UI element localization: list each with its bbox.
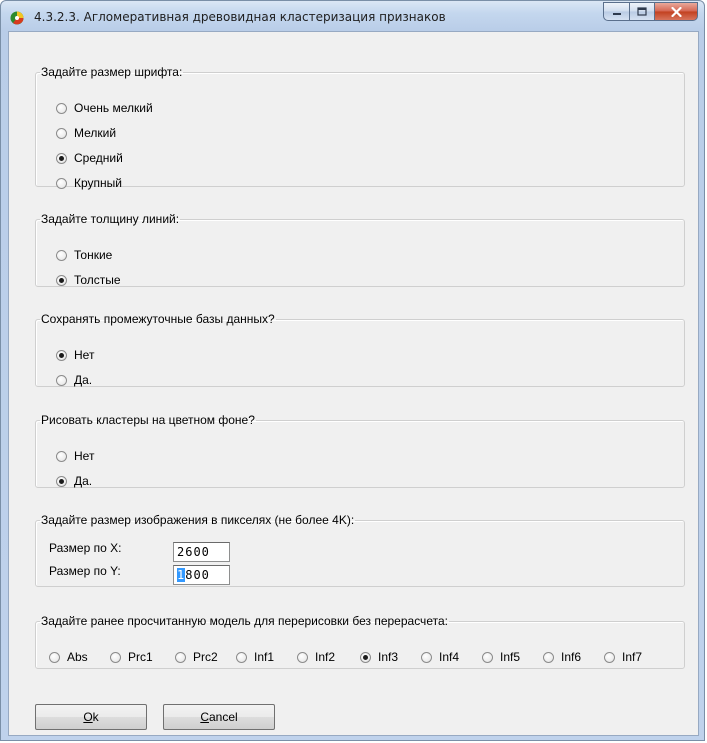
radio-indicator[interactable] xyxy=(56,102,67,114)
cancel-label-rest: ancel xyxy=(208,710,238,724)
radio-label: Мелкий xyxy=(74,126,117,140)
radio-indicator[interactable] xyxy=(421,651,432,663)
radio-label: Толстые xyxy=(74,273,121,287)
window-title: 4.3.2.3. Агломеративная древовидная клас… xyxy=(34,10,446,24)
model-inf1-radio[interactable]: Inf1 xyxy=(236,650,274,664)
size-x-label: Размер по X: xyxy=(49,541,122,555)
radio-label: Inf1 xyxy=(254,650,275,664)
save-databases-group: Сохранять промежуточные базы данных? Нет… xyxy=(35,312,685,387)
image-size-legend: Задайте размер изображения в пикселях (н… xyxy=(41,513,355,527)
window-controls xyxy=(603,2,698,22)
model-legend: Задайте ранее просчитанную модель для пе… xyxy=(41,614,448,628)
ok-mnemonic: O xyxy=(83,710,93,724)
font-size-very-small-radio[interactable]: Очень мелкий xyxy=(56,101,153,115)
size-y-label: Размер по Y: xyxy=(49,564,121,578)
radio-indicator[interactable] xyxy=(56,127,67,139)
radio-indicator[interactable] xyxy=(56,274,67,286)
radio-indicator[interactable] xyxy=(56,374,67,386)
radio-indicator[interactable] xyxy=(360,651,371,663)
line-thickness-group: Задайте толщину линий: Тонкие Толстые xyxy=(35,212,685,287)
radio-indicator[interactable] xyxy=(482,651,493,663)
radio-indicator[interactable] xyxy=(297,651,308,663)
radio-label: Inf4 xyxy=(439,650,460,664)
model-inf3-radio[interactable]: Inf3 xyxy=(360,650,398,664)
radio-indicator[interactable] xyxy=(543,651,554,663)
size-y-input[interactable]: 1800 xyxy=(173,565,230,585)
radio-label: Тонкие xyxy=(74,248,113,262)
radio-label: Нет xyxy=(74,348,95,362)
minimize-button[interactable] xyxy=(603,2,629,21)
model-inf6-radio[interactable]: Inf6 xyxy=(543,650,581,664)
radio-indicator[interactable] xyxy=(236,651,247,663)
maximize-icon xyxy=(637,7,647,16)
save-yes-radio[interactable]: Да. xyxy=(56,373,92,387)
image-size-group: Задайте размер изображения в пикселях (н… xyxy=(35,513,685,587)
color-background-legend: Рисовать кластеры на цветном фоне? xyxy=(41,413,255,427)
model-inf4-radio[interactable]: Inf4 xyxy=(421,650,459,664)
radio-indicator[interactable] xyxy=(110,651,121,663)
dialog-client-area: Задайте размер шрифта: Очень мелкий Мелк… xyxy=(8,31,699,736)
radio-label: Prc1 xyxy=(128,650,153,664)
font-size-small-radio[interactable]: Мелкий xyxy=(56,126,116,140)
model-inf2-radio[interactable]: Inf2 xyxy=(297,650,335,664)
model-inf7-radio[interactable]: Inf7 xyxy=(604,650,642,664)
radio-label: Крупный xyxy=(74,176,122,190)
model-group: Задайте ранее просчитанную модель для пе… xyxy=(35,614,685,669)
radio-label: Inf6 xyxy=(561,650,582,664)
size-y-value-rest: 800 xyxy=(185,568,210,582)
line-thick-radio[interactable]: Толстые xyxy=(56,273,121,287)
close-icon xyxy=(670,6,682,17)
save-no-radio[interactable]: Нет xyxy=(56,348,94,362)
model-abs-radio[interactable]: Abs xyxy=(49,650,88,664)
font-size-group: Задайте размер шрифта: Очень мелкий Мелк… xyxy=(35,65,685,190)
radio-indicator[interactable] xyxy=(56,249,67,261)
radio-label: Abs xyxy=(67,650,88,664)
radio-label: Да. xyxy=(74,373,93,387)
radio-indicator[interactable] xyxy=(56,177,67,189)
color-no-radio[interactable]: Нет xyxy=(56,449,94,463)
radio-indicator[interactable] xyxy=(56,349,67,361)
ok-label-rest: k xyxy=(92,710,99,724)
font-size-large-radio[interactable]: Крупный xyxy=(56,176,122,190)
color-yes-radio[interactable]: Да. xyxy=(56,474,92,488)
radio-label: Prc2 xyxy=(193,650,218,664)
model-prc2-radio[interactable]: Prc2 xyxy=(175,650,218,664)
close-button[interactable] xyxy=(655,2,698,21)
cancel-button[interactable]: Cancel xyxy=(163,704,275,730)
radio-label: Средний xyxy=(74,151,123,165)
radio-label: Inf2 xyxy=(315,650,336,664)
radio-indicator[interactable] xyxy=(49,651,60,663)
radio-indicator[interactable] xyxy=(56,152,67,164)
app-icon[interactable] xyxy=(9,9,25,25)
radio-label: Inf5 xyxy=(500,650,521,664)
line-thickness-legend: Задайте толщину линий: xyxy=(41,212,180,226)
radio-label: Inf7 xyxy=(622,650,643,664)
size-x-value: 2600 xyxy=(177,545,210,559)
dialog-window: 4.3.2.3. Агломеративная древовидная клас… xyxy=(0,0,705,741)
radio-indicator[interactable] xyxy=(604,651,615,663)
ok-button[interactable]: Ok xyxy=(35,704,147,730)
size-x-input[interactable]: 2600 xyxy=(173,542,230,562)
color-background-group: Рисовать кластеры на цветном фоне? Нет Д… xyxy=(35,413,685,488)
size-y-selected-text: 1 xyxy=(177,568,186,582)
radio-indicator[interactable] xyxy=(56,450,67,462)
model-prc1-radio[interactable]: Prc1 xyxy=(110,650,153,664)
radio-indicator[interactable] xyxy=(175,651,186,663)
model-inf5-radio[interactable]: Inf5 xyxy=(482,650,520,664)
cancel-mnemonic: C xyxy=(200,710,209,724)
save-databases-legend: Сохранять промежуточные базы данных? xyxy=(41,312,275,326)
font-size-legend: Задайте размер шрифта: xyxy=(41,65,183,79)
radio-label: Нет xyxy=(74,449,95,463)
line-thin-radio[interactable]: Тонкие xyxy=(56,248,112,262)
title-bar[interactable]: 4.3.2.3. Агломеративная древовидная клас… xyxy=(1,1,704,31)
maximize-button[interactable] xyxy=(629,2,655,21)
radio-label: Да. xyxy=(74,474,93,488)
radio-label: Очень мелкий xyxy=(74,101,153,115)
font-size-medium-radio[interactable]: Средний xyxy=(56,151,123,165)
radio-label: Inf3 xyxy=(378,650,399,664)
minimize-icon xyxy=(612,12,621,15)
radio-indicator[interactable] xyxy=(56,475,67,487)
